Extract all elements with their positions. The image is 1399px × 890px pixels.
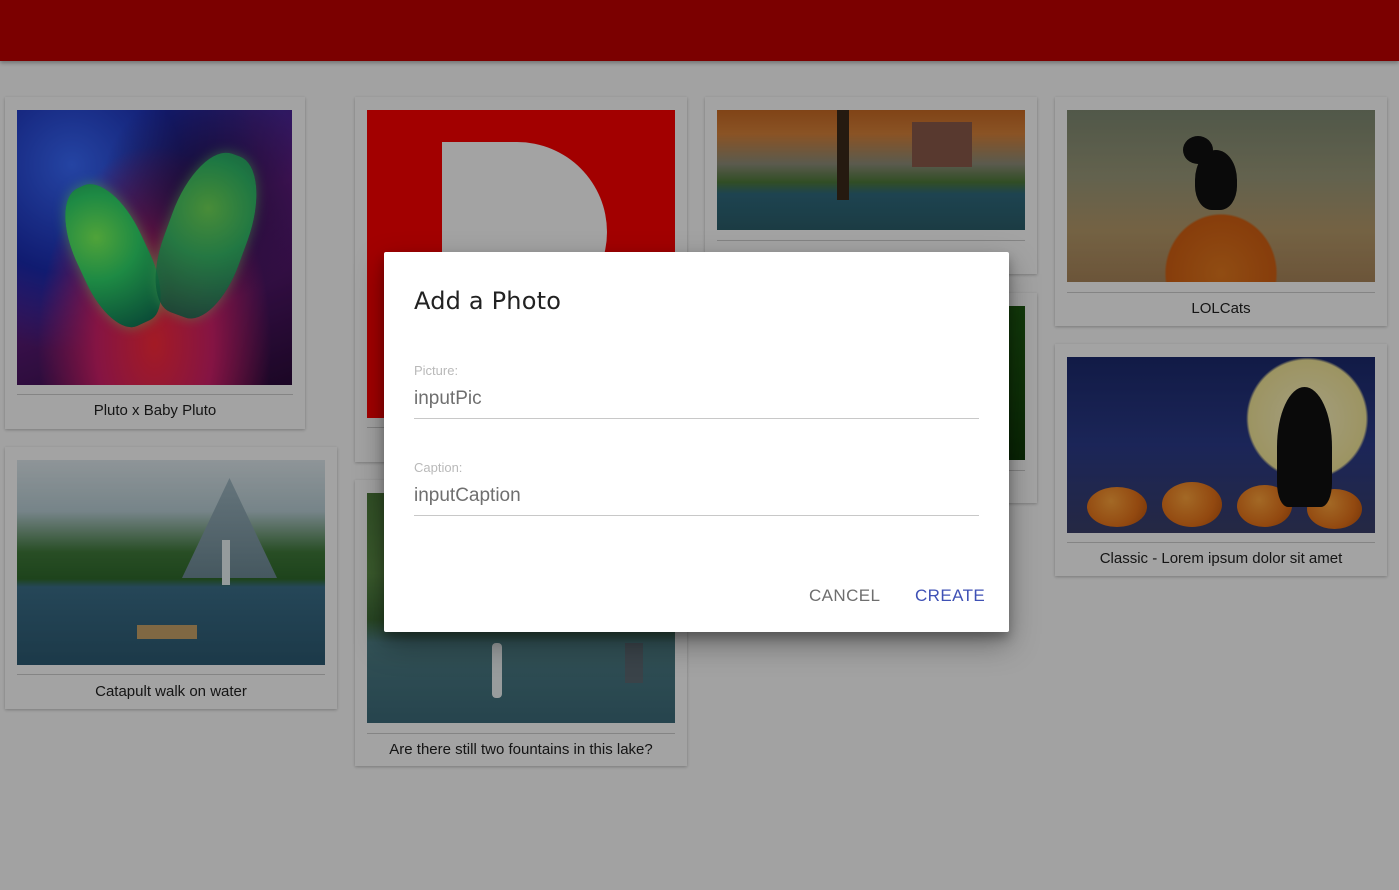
picture-input[interactable] — [414, 382, 979, 419]
add-photo-dialog: Add a Photo Picture: Caption: CANCEL CRE… — [384, 252, 1009, 632]
caption-label: Caption: — [414, 460, 463, 475]
picture-field: Picture: — [414, 363, 979, 419]
create-button[interactable]: CREATE — [911, 580, 989, 612]
cancel-button[interactable]: CANCEL — [805, 580, 884, 612]
caption-field: Caption: — [414, 460, 979, 516]
photo-gallery-page: Pluto x Baby Pluto Catapult walk on wate… — [0, 0, 1399, 890]
picture-label: Picture: — [414, 363, 459, 378]
caption-input[interactable] — [414, 479, 979, 516]
dialog-title: Add a Photo — [414, 287, 562, 315]
